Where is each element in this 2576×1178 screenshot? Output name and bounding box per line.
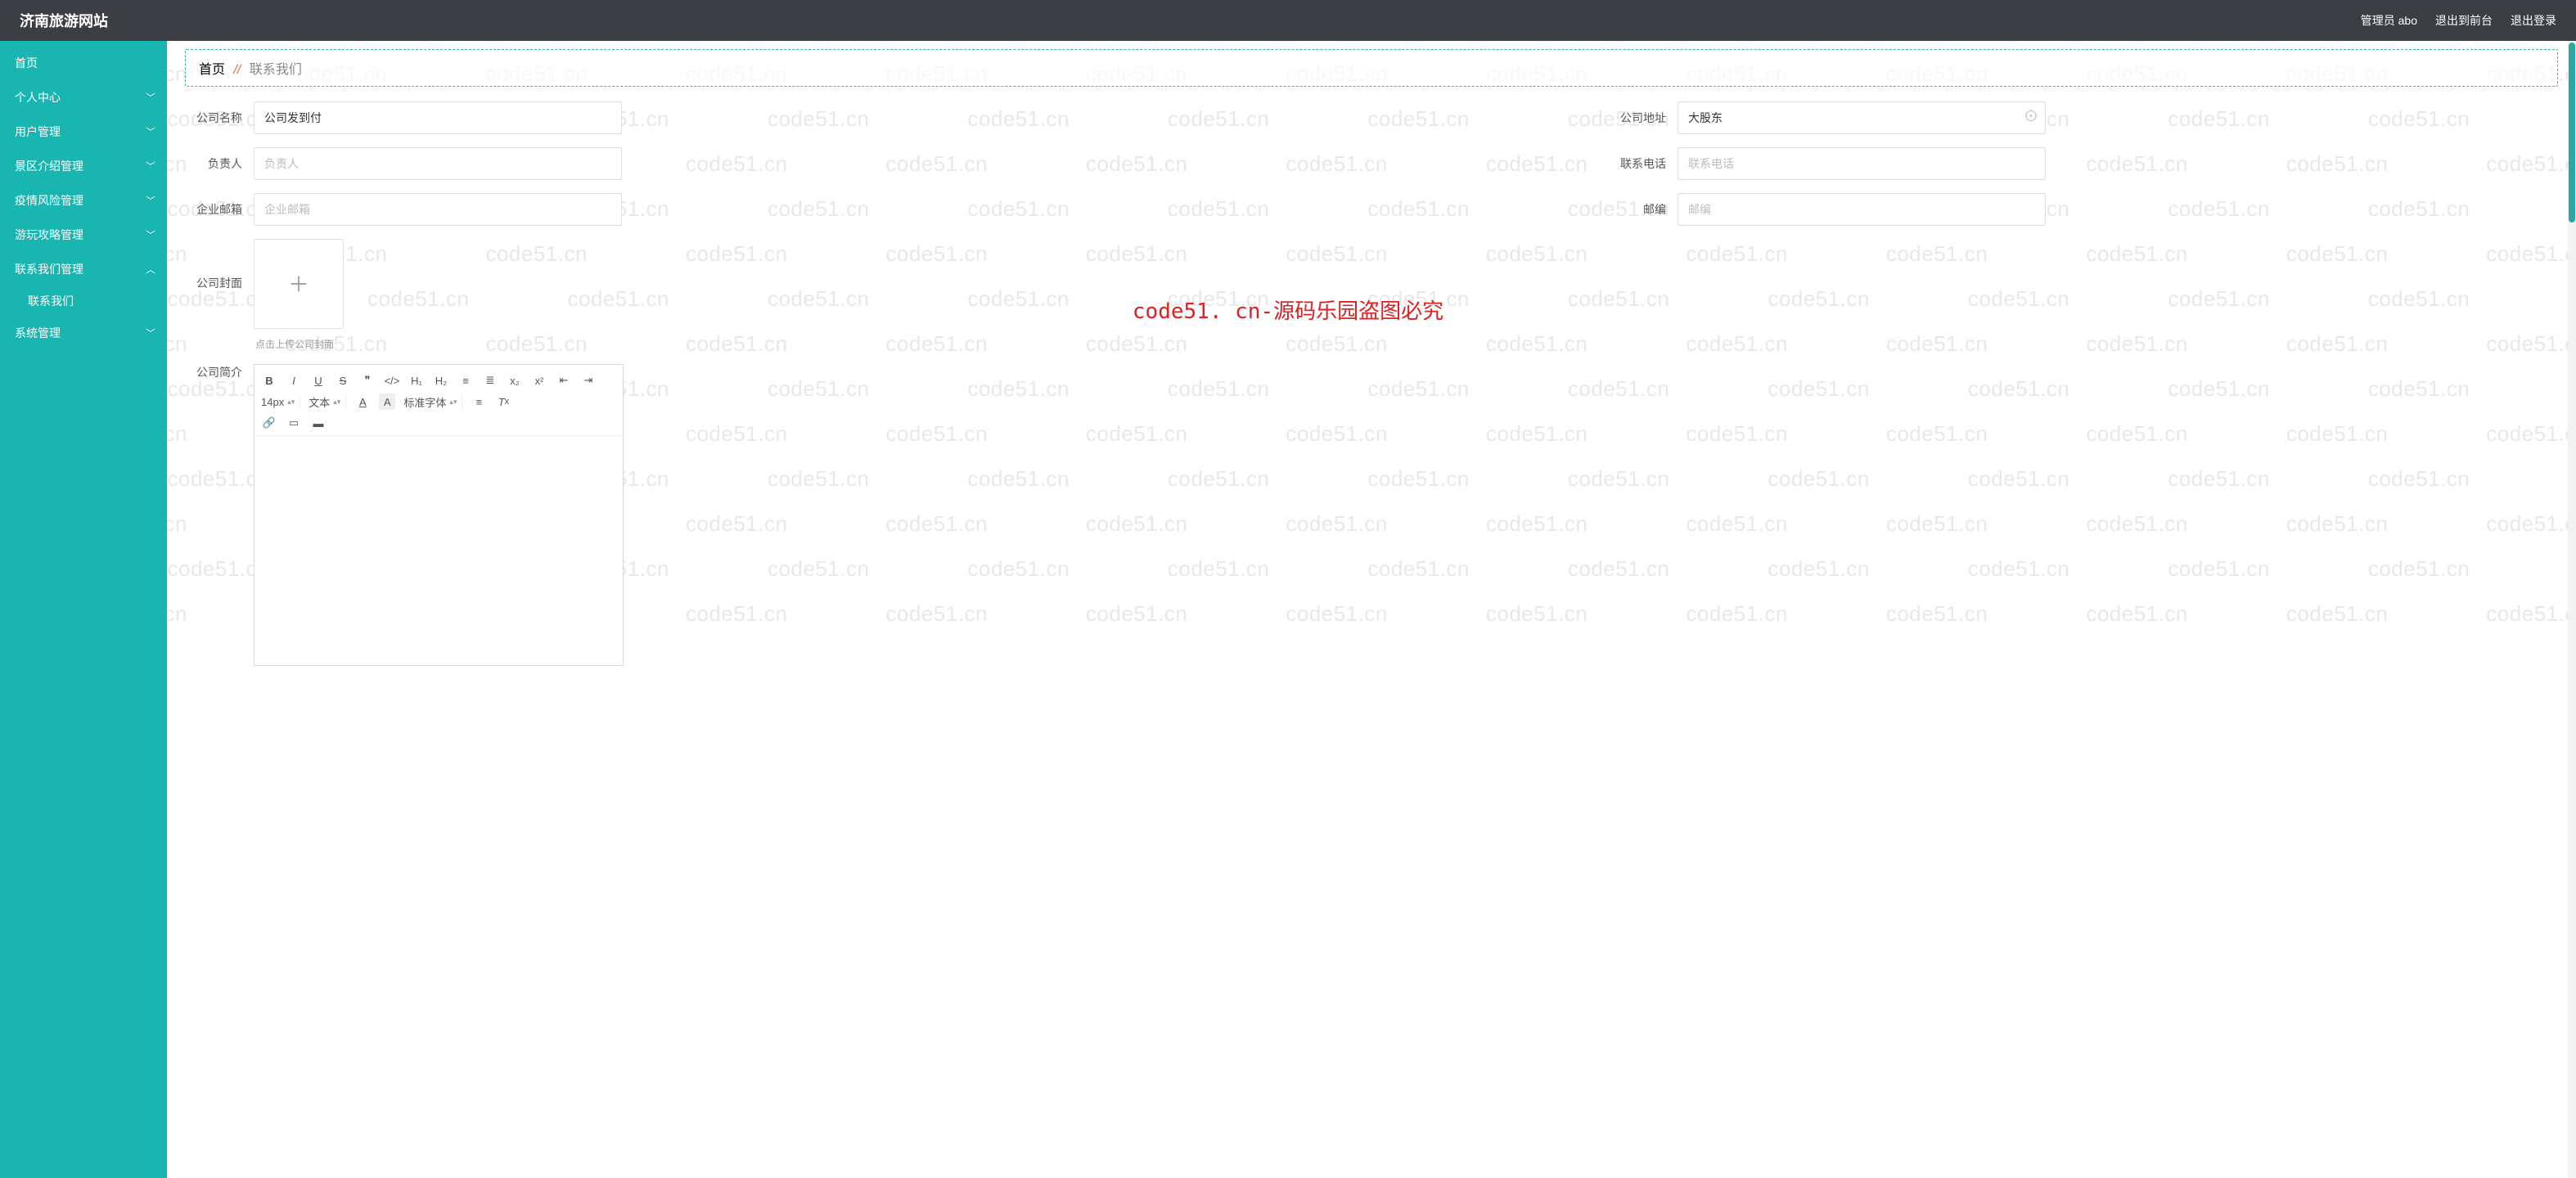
header-actions: 管理员 abo 退出到前台 退出登录 [2361,12,2556,29]
logout-link[interactable]: 退出登录 [2511,12,2556,29]
unordered-list-button[interactable]: ≣ [482,372,498,389]
sidebar-item-label: 联系我们 [28,293,74,309]
scrollbar-thumb[interactable] [2569,43,2575,223]
sidebar-item-users[interactable]: 用户管理 ﹀ [0,115,167,149]
superscript-button[interactable]: x² [531,372,547,389]
breadcrumb-current: 联系我们 [250,63,302,77]
input-company-addr[interactable] [1678,101,2046,134]
label-phone: 联系电话 [1609,155,1666,172]
chevron-updown-icon: ▴▾ [449,398,457,407]
input-responsible[interactable] [254,147,622,180]
label-company-addr: 公司地址 [1609,110,1666,126]
bg-color-button[interactable]: A [379,393,395,410]
label-responsible: 负责人 [185,155,242,172]
location-icon[interactable] [2024,110,2038,127]
sidebar-item-risk[interactable]: 疫情风险管理 ﹀ [0,183,167,218]
sidebar-item-label: 个人中心 [15,89,61,106]
font-size-value: 14px [261,396,284,408]
link-button[interactable]: 🔗 [261,415,277,431]
sidebar-item-label: 疫情风险管理 [15,192,83,209]
sidebar-item-scenic[interactable]: 景区介绍管理 ﹀ [0,149,167,183]
chevron-down-icon: ﹀ [146,326,155,340]
label-email: 企业邮箱 [185,201,242,218]
sidebar-item-home[interactable]: 首页 [0,46,167,80]
quote-button[interactable]: ❞ [359,372,376,389]
clear-format-button[interactable]: Tx [495,393,511,410]
bold-button[interactable]: B [261,372,277,389]
sidebar-subitem-contact-us[interactable]: 联系我们 [0,286,167,316]
align-left-button[interactable]: ≡ [471,393,487,410]
hr-button[interactable]: ▬ [310,415,327,431]
underline-button[interactable]: U [310,372,327,389]
chevron-down-icon: ﹀ [146,125,155,139]
indent-left-button[interactable]: ⇤ [556,372,572,389]
font-size-select[interactable]: 14px ▴▾ [261,396,300,408]
main-content: 首页 // 联系我们 公司名称 公司地址 [167,41,2576,1178]
chevron-down-icon: ﹀ [146,228,155,242]
label-cover: 公司封面 [185,275,242,291]
site-brand: 济南旅游网站 [20,10,108,31]
top-header: 济南旅游网站 管理员 abo 退出到前台 退出登录 [0,0,2576,41]
strike-button[interactable]: S [335,372,351,389]
sidebar-item-label: 景区介绍管理 [15,158,83,174]
cover-upload-box[interactable] [254,239,344,329]
sidebar-item-contact-mgmt[interactable]: 联系我们管理 ︿ [0,252,167,286]
sidebar-item-system[interactable]: 系统管理 ﹀ [0,316,167,350]
font-family-value: 标准字体 [403,394,446,410]
indent-right-button[interactable]: ⇥ [580,372,597,389]
text-color-button[interactable]: A [354,393,371,410]
sidebar-item-label: 系统管理 [15,325,61,341]
input-phone[interactable] [1678,147,2046,180]
ordered-list-button[interactable]: ≡ [457,372,474,389]
rich-text-editor: B I U S ❞ </> H₁ H₂ ≡ ≣ x₂ x² ⇤ [254,364,624,666]
admin-user-label[interactable]: 管理员 abo [2361,12,2417,29]
editor-toolbar: B I U S ❞ </> H₁ H₂ ≡ ≣ x₂ x² ⇤ [254,365,623,436]
sidebar-item-label: 首页 [15,55,38,71]
left-sidebar: 首页 个人中心 ﹀ 用户管理 ﹀ 景区介绍管理 ﹀ 疫情风险管理 ﹀ 游玩攻略管… [0,41,167,1178]
label-company-name: 公司名称 [185,110,242,126]
h1-button[interactable]: H₁ [408,372,425,389]
breadcrumb-separator: // [233,63,241,77]
sidebar-item-strategy[interactable]: 游玩攻略管理 ﹀ [0,218,167,252]
input-email[interactable] [254,193,622,226]
plus-icon [287,272,310,295]
italic-button[interactable]: I [286,372,302,389]
editor-content-area[interactable] [254,436,623,665]
chevron-updown-icon: ▴▾ [287,398,295,407]
sidebar-item-profile[interactable]: 个人中心 ﹀ [0,80,167,115]
input-company-name[interactable] [254,101,622,134]
breadcrumb-root[interactable]: 首页 [199,63,225,77]
block-format-value: 文本 [308,394,330,410]
code-button[interactable]: </> [384,372,400,389]
block-format-select[interactable]: 文本 ▴▾ [308,394,346,410]
chevron-up-icon: ︿ [146,263,155,277]
subscript-button[interactable]: x₂ [507,372,523,389]
sidebar-item-label: 用户管理 [15,124,61,140]
input-postcode[interactable] [1678,193,2046,226]
breadcrumb: 首页 // 联系我们 [185,49,2558,87]
contact-form: 公司名称 公司地址 负责人 [185,101,2558,666]
cover-upload-hint: 点击上传公司封面 [255,337,344,351]
sidebar-item-label: 联系我们管理 [15,261,83,277]
label-postcode: 邮编 [1609,201,1666,218]
chevron-down-icon: ﹀ [146,194,155,208]
h2-button[interactable]: H₂ [433,372,449,389]
chevron-down-icon: ﹀ [146,160,155,173]
chevron-updown-icon: ▴▾ [333,398,340,407]
chevron-down-icon: ﹀ [146,91,155,105]
font-family-select[interactable]: 标准字体 ▴▾ [403,394,462,410]
label-intro: 公司简介 [185,364,242,380]
back-to-front-link[interactable]: 退出到前台 [2435,12,2493,29]
image-button[interactable]: ▭ [286,415,302,431]
sidebar-item-label: 游玩攻略管理 [15,227,83,243]
vertical-scrollbar[interactable] [2568,41,2576,1178]
